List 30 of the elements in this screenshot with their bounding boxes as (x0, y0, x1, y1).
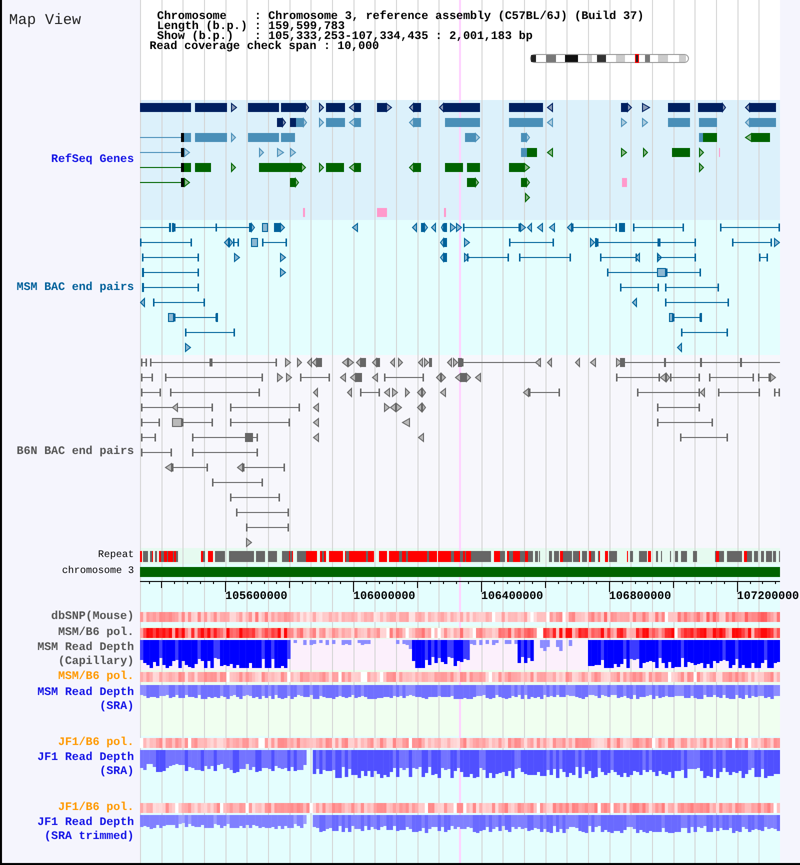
track-label: B6N BAC end pairs (16, 444, 134, 458)
track-label: Repeat (98, 550, 134, 562)
position-marker (635, 54, 639, 63)
track-label: chromosome 3 (62, 566, 134, 578)
track-label: JF1 Read Depth (SRA trimmed) (36, 816, 134, 843)
track-label: MSM BAC end pairs (16, 280, 134, 294)
chromosome-band (616, 55, 625, 62)
track-label: JF1 Read Depth (SRA) (36, 751, 134, 778)
track-label: MSM Read Depth (Capillary) (36, 641, 134, 668)
view-title: Map View (9, 13, 82, 28)
info-line: Chromosome : Chromosome 3, reference assembly (C57BL/6J) (Build 37) (157, 12, 644, 22)
chromosome-band (531, 55, 536, 62)
ruler-label: 105600000 (225, 590, 288, 603)
chromosome-band (679, 55, 686, 62)
track-label: RefSeq Genes (51, 153, 134, 167)
ruler-label: 106400000 (481, 590, 544, 603)
track-label: MSM/B6 pol. (58, 626, 134, 640)
chromosome-band (645, 55, 650, 62)
track-label: JF1/B6 pol. (58, 736, 134, 750)
ruler-label: 106800000 (609, 590, 672, 603)
track-label: MSM Read Depth (SRA) (36, 686, 134, 713)
track-label: dbSNP(Mouse) (51, 610, 134, 624)
ruler-label: 107200000 (736, 590, 800, 603)
info-line: Read coverage check span : 10,000 (150, 42, 380, 52)
info-line: Show (b.p.) : 105,333,253-107,334,435 : 2,001,183 bp (157, 32, 533, 42)
track-label: JF1/B6 pol. (58, 801, 134, 814)
ruler-label: 106000000 (353, 590, 416, 603)
track-label: MSM/B6 pol. (58, 670, 134, 684)
info-line: Length (b.p.) : 159,599,783 (157, 22, 345, 32)
chromosome-band (565, 55, 578, 62)
